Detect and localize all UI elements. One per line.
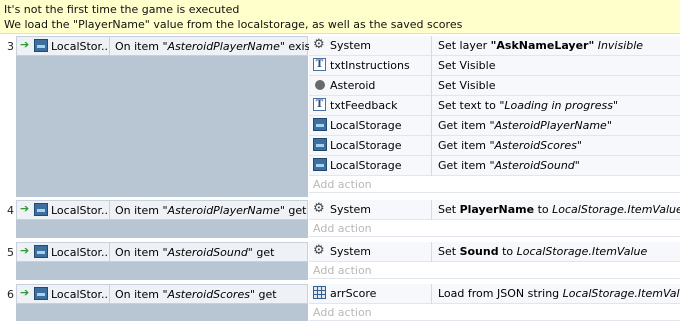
event-6[interactable]: 6 ➔ LocalStor... On item "AsteroidScores… [0, 284, 680, 321]
gear-icon: ⚙ [313, 201, 325, 216]
localstorage-icon [313, 138, 327, 152]
column-divider [431, 284, 432, 304]
column-divider [431, 242, 432, 262]
column-divider [431, 116, 432, 136]
action-object-name: System [330, 245, 372, 258]
action-text: Set Visible [438, 59, 496, 72]
comment-line-2: We load the "PlayerName" value from the … [4, 18, 463, 31]
action-object-name: LocalStorage [330, 159, 402, 172]
action-text: Get item "AsteroidScores" [438, 139, 582, 152]
localstorage-icon [34, 287, 48, 300]
action-row[interactable]: LocalStorage Get item "AsteroidSound" [309, 156, 680, 176]
action-object-name: LocalStorage [330, 139, 402, 152]
event-number: 6 [7, 288, 14, 301]
condition-object-name: LocalStor... [51, 288, 110, 301]
action-object-name: LocalStorage [330, 119, 402, 132]
add-action-label: Add action [313, 222, 372, 235]
condition-object: ➔ LocalStor... [17, 201, 110, 219]
action-row[interactable]: ⚙ System Set layer "AskNameLayer" Invisibl… [309, 36, 680, 56]
action-row[interactable]: arrScore Load from JSON string LocalStora… [309, 284, 680, 304]
event-comment[interactable]: It's not the first time the game is exec… [0, 0, 680, 34]
condition-object: ➔ LocalStor... [17, 37, 110, 55]
event-5[interactable]: 5 ➔ LocalStor... On item "AsteroidSound"… [0, 242, 680, 280]
action-object-name: System [330, 39, 372, 52]
condition-object-name: LocalStor... [51, 204, 110, 217]
event-number: 5 [7, 246, 14, 259]
action-text: Get item "AsteroidPlayerName" [438, 119, 612, 132]
column-divider [431, 136, 432, 156]
condition-row[interactable]: ➔ LocalStor... On item "AsteroidSound" g… [16, 242, 308, 262]
localstorage-icon [34, 39, 48, 52]
action-object-name: Asteroid [330, 79, 376, 92]
column-divider [431, 56, 432, 76]
condition-object: ➔ LocalStor... [17, 285, 110, 303]
action-row[interactable]: TtxtFeedback Set text to "Loading in prog… [309, 96, 680, 116]
event-number: 4 [7, 204, 14, 217]
array-icon [313, 286, 327, 300]
trigger-arrow-icon: ➔ [20, 244, 30, 257]
event-4[interactable]: 4 ➔ LocalStor... On item "AsteroidPlayer… [0, 200, 680, 238]
condition-text: On item "AsteroidPlayerName" get [115, 204, 307, 217]
condition-text: On item "AsteroidSound" get [115, 246, 275, 259]
trigger-arrow-icon: ➔ [20, 286, 30, 299]
action-object-name: txtInstructions [330, 59, 410, 72]
comment-line-1: It's not the first time the game is exec… [4, 3, 240, 16]
add-action-label: Add action [313, 306, 372, 319]
action-text: Set text to "Loading in progress" [438, 99, 619, 112]
action-text: Set layer "AskNameLayer" Invisible [438, 39, 644, 52]
action-text: Get item "AsteroidSound" [438, 159, 580, 172]
add-action-button[interactable]: Add action [309, 220, 680, 237]
condition-text: On item "AsteroidPlayerName" exists [115, 40, 321, 53]
text-object-icon: T [313, 98, 327, 112]
trigger-arrow-icon: ➔ [20, 202, 30, 215]
text-object-icon: T [313, 58, 327, 72]
action-object-name: txtFeedback [330, 99, 398, 112]
condition-object-name: LocalStor... [51, 40, 110, 53]
condition-object: ➔ LocalStor... [17, 243, 110, 261]
condition-area[interactable] [16, 36, 308, 197]
add-action-button[interactable]: Add action [309, 304, 680, 321]
action-row[interactable]: Asteroid Set Visible [309, 76, 680, 96]
trigger-arrow-icon: ➔ [20, 38, 30, 51]
localstorage-icon [34, 245, 48, 258]
column-divider [431, 36, 432, 56]
localstorage-icon [34, 203, 48, 216]
column-divider [431, 76, 432, 96]
asteroid-sprite-icon [313, 78, 327, 92]
add-action-button[interactable]: Add action [309, 176, 680, 193]
add-action-button[interactable]: Add action [309, 262, 680, 279]
action-row[interactable]: ⚙ System Set PlayerName to LocalStorage.It… [309, 200, 680, 220]
action-text: Set PlayerName to LocalStorage.ItemValue [438, 203, 680, 216]
action-row[interactable]: ⚙ System Set Sound to LocalStorage.ItemVal… [309, 242, 680, 262]
action-text: Set Visible [438, 79, 496, 92]
event-3[interactable]: 3 ➔ LocalStor... On item "AsteroidPlayer… [0, 36, 680, 197]
localstorage-icon [313, 118, 327, 132]
condition-row[interactable]: ➔ LocalStor... On item "AsteroidPlayerNa… [16, 200, 308, 220]
column-divider [431, 200, 432, 220]
column-divider [431, 96, 432, 116]
condition-row[interactable]: ➔ LocalStor... On item "AsteroidScores" … [16, 284, 308, 304]
action-object-name: arrScore [330, 287, 377, 300]
action-text: Set Sound to LocalStorage.ItemValue [438, 245, 648, 258]
action-row[interactable]: LocalStorage Get item "AsteroidScores" [309, 136, 680, 156]
condition-object-name: LocalStor... [51, 246, 110, 259]
gear-icon: ⚙ [313, 243, 325, 258]
condition-text: On item "AsteroidScores" get [115, 288, 277, 301]
condition-row[interactable]: ➔ LocalStor... On item "AsteroidPlayerNa… [16, 36, 320, 56]
add-action-label: Add action [313, 178, 372, 191]
event-number: 3 [7, 40, 14, 53]
localstorage-icon [313, 158, 327, 172]
action-row[interactable]: LocalStorage Get item "AsteroidPlayerName… [309, 116, 680, 136]
column-divider [431, 156, 432, 176]
action-text: Load from JSON string LocalStorage.ItemV… [438, 287, 680, 300]
action-row[interactable]: TtxtInstructions Set Visible [309, 56, 680, 76]
action-object-name: System [330, 203, 372, 216]
gear-icon: ⚙ [313, 37, 325, 52]
add-action-label: Add action [313, 264, 372, 277]
